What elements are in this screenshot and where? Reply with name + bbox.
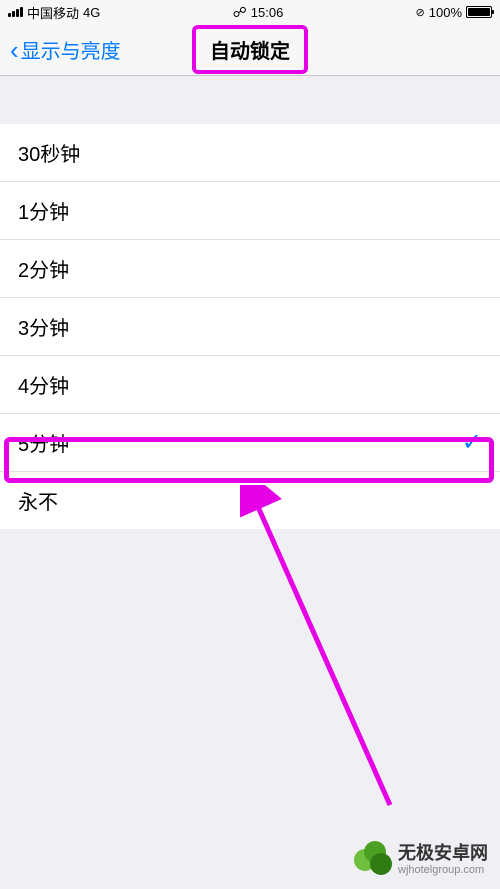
network-label: 4G bbox=[83, 5, 100, 20]
status-bar: 中国移动 4G ☍ 15:06 ⊘ 100% bbox=[0, 0, 500, 24]
option-label: 2分钟 bbox=[18, 254, 69, 283]
back-label: 显示与亮度 bbox=[21, 35, 121, 64]
nav-bar: ‹ 显示与亮度 自动锁定 bbox=[0, 24, 500, 76]
autolock-options-list: 30秒钟 1分钟 2分钟 3分钟 4分钟 5分钟 ✓ 永不 bbox=[0, 124, 500, 529]
annotation-arrow bbox=[240, 485, 410, 825]
autolock-option[interactable]: 30秒钟 bbox=[0, 124, 500, 182]
watermark-sub: wjhotelgroup.com bbox=[398, 864, 488, 876]
autolock-option[interactable]: 2分钟 bbox=[0, 240, 500, 298]
time-label: 15:06 bbox=[251, 5, 284, 20]
orientation-lock-icon: ⊘ bbox=[416, 6, 425, 19]
watermark-main: 无极安卓网 bbox=[398, 844, 488, 864]
watermark-text: 无极安卓网 wjhotelgroup.com bbox=[398, 844, 488, 876]
page-title: 自动锁定 bbox=[192, 25, 308, 74]
signal-icon bbox=[8, 7, 23, 17]
checkmark-icon: ✓ bbox=[462, 428, 482, 457]
chevron-left-icon: ‹ bbox=[10, 37, 19, 63]
option-label: 4分钟 bbox=[18, 370, 69, 399]
autolock-option[interactable]: 1分钟 bbox=[0, 182, 500, 240]
hotspot-icon: ☍ bbox=[233, 4, 247, 21]
option-label: 永不 bbox=[18, 486, 58, 515]
battery-percent: 100% bbox=[429, 5, 462, 20]
status-left: 中国移动 4G bbox=[8, 3, 100, 22]
battery-icon bbox=[466, 6, 492, 18]
autolock-option[interactable]: 永不 bbox=[0, 472, 500, 529]
status-center: ☍ 15:06 bbox=[100, 4, 415, 21]
watermark: 无极安卓网 wjhotelgroup.com bbox=[354, 841, 488, 879]
option-label: 30秒钟 bbox=[18, 138, 80, 167]
status-right: ⊘ 100% bbox=[416, 5, 492, 20]
option-label: 1分钟 bbox=[18, 196, 69, 225]
autolock-option[interactable]: 4分钟 bbox=[0, 356, 500, 414]
carrier-label: 中国移动 bbox=[27, 3, 79, 22]
back-button[interactable]: ‹ 显示与亮度 bbox=[10, 35, 121, 64]
option-label: 5分钟 bbox=[18, 428, 69, 457]
autolock-option[interactable]: 5分钟 ✓ bbox=[0, 414, 500, 472]
option-label: 3分钟 bbox=[18, 312, 69, 341]
autolock-option[interactable]: 3分钟 bbox=[0, 298, 500, 356]
watermark-logo-icon bbox=[354, 841, 392, 879]
